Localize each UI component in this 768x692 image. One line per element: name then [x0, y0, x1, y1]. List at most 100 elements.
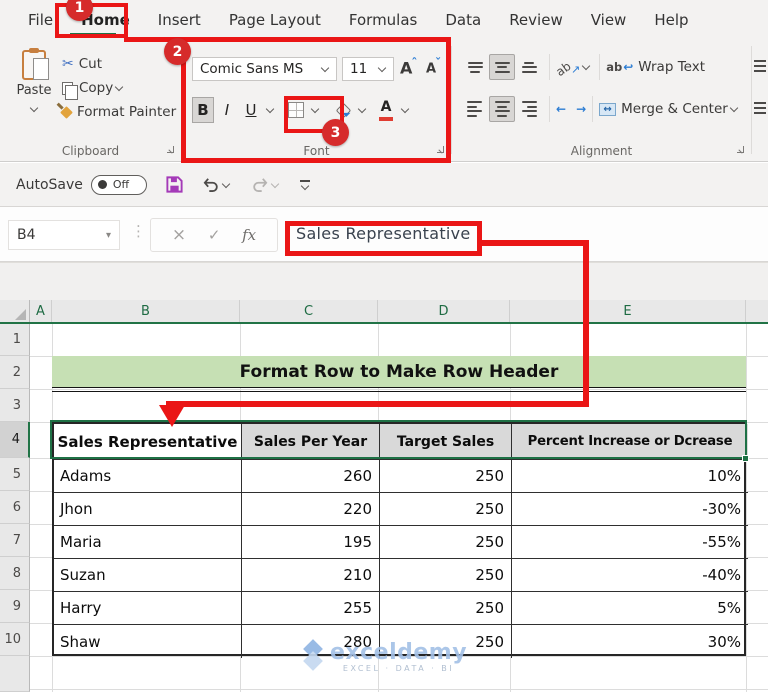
align-center-button[interactable]	[489, 96, 515, 122]
cut-button[interactable]: ✂ Cut	[62, 52, 176, 76]
cell-c8[interactable]: 210	[242, 559, 380, 592]
font-color-dropdown-icon[interactable]	[400, 104, 410, 114]
tab-page-layout[interactable]: Page Layout	[215, 0, 335, 40]
borders-button[interactable]	[285, 97, 307, 123]
redo-dropdown-icon[interactable]	[270, 179, 280, 188]
merge-center-dropdown-icon[interactable]	[729, 103, 739, 113]
copy-dropdown-icon[interactable]	[115, 82, 124, 92]
column-header-a[interactable]: A	[30, 300, 52, 322]
cell-d5[interactable]: 250	[380, 460, 512, 493]
title-banner-cell[interactable]: Format Row to Make Row Header	[52, 356, 746, 387]
align-bottom-button[interactable]	[516, 54, 542, 80]
undo-dropdown-icon[interactable]	[221, 179, 231, 188]
cell-e9[interactable]: 5%	[512, 592, 748, 625]
font-size-dropdown-icon[interactable]	[377, 63, 387, 73]
cancel-icon[interactable]: ×	[172, 225, 186, 245]
name-box-dropdown-icon[interactable]: ▾	[106, 230, 111, 241]
row-header-10[interactable]: 10	[0, 623, 30, 656]
orientation-dropdown-icon[interactable]	[581, 61, 591, 71]
column-header-b[interactable]: B	[52, 300, 240, 322]
formula-bar-grip-icon[interactable]: ⋮	[131, 222, 146, 240]
cell-b8[interactable]: Suzan	[54, 559, 242, 592]
column-header-e[interactable]: E	[510, 300, 746, 322]
row-header-8[interactable]: 8	[0, 557, 30, 590]
align-top-button[interactable]	[462, 54, 488, 80]
formula-input[interactable]: Sales Representative	[296, 224, 471, 243]
row-header-1[interactable]: 1	[0, 323, 30, 356]
font-name-combo[interactable]: Comic Sans MS	[192, 57, 337, 81]
cell-e6[interactable]: -30%	[512, 493, 748, 526]
wrap-text-button[interactable]: ab↩ Wrap Text	[606, 59, 705, 75]
font-name-dropdown-icon[interactable]	[320, 63, 330, 73]
align-middle-button[interactable]	[489, 54, 515, 80]
cell-b4[interactable]: Sales Representative	[54, 424, 242, 460]
enter-icon[interactable]: ✓	[208, 226, 221, 244]
merge-center-button[interactable]: ↔ Merge & Center	[599, 101, 728, 117]
cell-b9[interactable]: Harry	[54, 592, 242, 625]
name-box[interactable]: B4 ▾	[8, 220, 120, 250]
cell-e7[interactable]: -55%	[512, 526, 748, 559]
cell-d8[interactable]: 250	[380, 559, 512, 592]
underline-button[interactable]: U	[240, 97, 262, 123]
cell-c6[interactable]: 220	[242, 493, 380, 526]
tab-insert[interactable]: Insert	[144, 0, 215, 40]
cell-b10[interactable]: Shaw	[54, 625, 242, 658]
tab-help[interactable]: Help	[640, 0, 702, 40]
clipboard-dialog-launcher-icon[interactable]	[166, 145, 176, 155]
tab-review[interactable]: Review	[495, 0, 577, 40]
fill-handle[interactable]	[742, 455, 749, 462]
row-header-7[interactable]: 7	[0, 524, 30, 557]
grow-font-button[interactable]: Aˆ	[400, 56, 417, 77]
decrease-indent-button[interactable]: ←	[556, 102, 566, 116]
cell-d9[interactable]: 250	[380, 592, 512, 625]
row-header-9[interactable]: 9	[0, 590, 30, 623]
insert-function-icon[interactable]: fx	[242, 226, 256, 244]
cell-b5[interactable]: Adams	[54, 460, 242, 493]
alignment-dialog-launcher-icon[interactable]	[736, 145, 746, 155]
tab-data[interactable]: Data	[431, 0, 495, 40]
align-left-button[interactable]	[462, 96, 488, 122]
column-header-f[interactable]	[746, 300, 768, 322]
tab-file[interactable]: File	[14, 0, 67, 40]
cell-e5[interactable]: 10%	[512, 460, 748, 493]
cell-e4[interactable]: Percent Increase or Dcrease	[512, 424, 748, 460]
paste-button[interactable]: Paste	[14, 48, 54, 117]
orientation-button[interactable]: ab↗	[553, 58, 580, 78]
cell-c5[interactable]: 260	[242, 460, 380, 493]
undo-button[interactable]	[202, 176, 233, 194]
font-size-combo[interactable]: 11	[342, 57, 394, 81]
cell-c9[interactable]: 255	[242, 592, 380, 625]
select-all-corner[interactable]	[0, 300, 30, 322]
paste-dropdown-icon[interactable]	[29, 103, 38, 113]
font-dialog-launcher-icon[interactable]	[436, 145, 446, 155]
bold-button[interactable]: B	[192, 97, 214, 123]
cell-e10[interactable]: 30%	[512, 625, 748, 658]
cell-c7[interactable]: 195	[242, 526, 380, 559]
align-right-button[interactable]	[516, 96, 542, 122]
autosave-toggle[interactable]: Off	[90, 174, 147, 195]
format-painter-button[interactable]: Format Painter	[60, 100, 176, 124]
cell-c4[interactable]: Sales Per Year	[242, 424, 380, 460]
increase-indent-button[interactable]: →	[576, 102, 586, 116]
customize-qat-button[interactable]	[299, 180, 310, 191]
row-header-6[interactable]: 6	[0, 491, 30, 524]
save-button[interactable]	[165, 175, 184, 194]
cell-e8[interactable]: -40%	[512, 559, 748, 592]
row-header-5[interactable]: 5	[0, 458, 30, 491]
cell-d4[interactable]: Target Sales	[380, 424, 512, 460]
underline-dropdown-icon[interactable]	[265, 104, 275, 114]
row-header-3[interactable]: 3	[0, 389, 30, 422]
cell-b6[interactable]: Jhon	[54, 493, 242, 526]
column-header-d[interactable]: D	[378, 300, 510, 322]
cell-d7[interactable]: 250	[380, 526, 512, 559]
borders-dropdown-icon[interactable]	[310, 104, 320, 114]
column-header-c[interactable]: C	[240, 300, 378, 322]
shrink-font-button[interactable]: Aˇ	[426, 56, 441, 76]
row-header-2[interactable]: 2	[0, 356, 30, 389]
redo-button[interactable]	[251, 176, 282, 194]
row-header-4[interactable]: 4	[0, 422, 30, 458]
tab-view[interactable]: View	[577, 0, 641, 40]
fill-color-dropdown-icon[interactable]	[357, 104, 367, 114]
cell-d6[interactable]: 250	[380, 493, 512, 526]
tab-formulas[interactable]: Formulas	[335, 0, 431, 40]
